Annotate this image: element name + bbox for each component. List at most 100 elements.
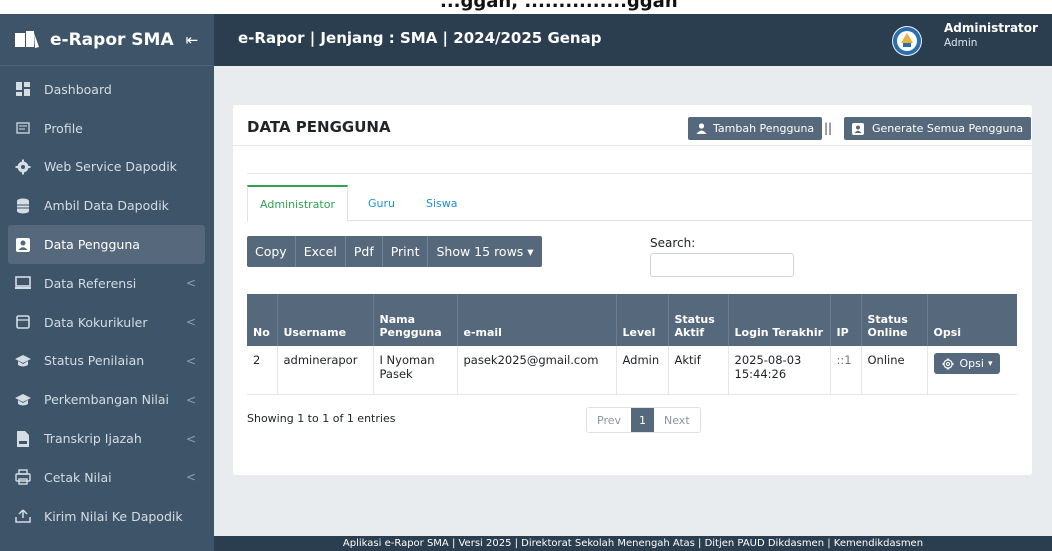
column-header[interactable]: Username: [277, 294, 374, 346]
opsi-label: Opsi: [959, 357, 984, 370]
tab-siswa[interactable]: Siswa: [426, 185, 458, 221]
cell-opsi: Opsi ▾: [927, 346, 1017, 395]
sidebar-item-label: Cetak Nilai: [44, 469, 112, 485]
user-card-icon: [852, 122, 864, 135]
avatar[interactable]: [892, 26, 922, 56]
export-toolbar: Copy Excel Pdf Print Show 15 rows ▾: [247, 236, 542, 267]
cell-email: pasek2025@gmail.com: [457, 346, 617, 395]
page-title: DATA PENGGUNA: [247, 118, 391, 136]
sidebar-item-status-penilaian[interactable]: Status Penilaian <: [0, 342, 214, 381]
dashboard-icon: [14, 80, 32, 98]
column-header[interactable]: Status Online: [861, 294, 928, 346]
user-name[interactable]: Administrator: [944, 21, 1038, 35]
generate-users-button[interactable]: Generate Semua Pengguna: [844, 117, 1032, 140]
data-pengguna-card: DATA PENGGUNA Tambah Pengguna || Generat…: [233, 105, 1032, 475]
sidebar-item-label: Kirim Nilai Ke Dapodik: [44, 508, 183, 524]
opsi-dropdown-button[interactable]: Opsi ▾: [933, 353, 1001, 374]
sidebar-item-dashboard[interactable]: Dashboard: [0, 70, 214, 109]
sidebar-item-label: Transkrip Ijazah: [44, 431, 142, 447]
user-icon: [696, 123, 707, 134]
collapse-sidebar-icon[interactable]: ⇤: [186, 31, 199, 49]
divider: [233, 145, 1032, 146]
sidebar-item-data-kokurikuler[interactable]: Data Kokurikuler <: [0, 303, 214, 342]
sidebar-item-transkrip-ijazah[interactable]: Transkrip Ijazah <: [0, 419, 214, 458]
sidebar-item-label: Data Kokurikuler: [44, 314, 148, 330]
brand[interactable]: e-Rapor SMA ⇤: [0, 14, 214, 66]
add-user-label: Tambah Pengguna: [713, 122, 815, 135]
sidebar-item-label: Data Pengguna: [44, 237, 140, 253]
database-icon: [14, 197, 32, 215]
sidebar-item-label: Ambil Data Dapodik: [44, 198, 169, 214]
sidebar-item-data-referensi[interactable]: Data Referensi <: [0, 264, 214, 303]
profile-icon: [14, 119, 32, 137]
pagination: Prev 1 Next: [586, 407, 701, 433]
column-header[interactable]: Login Terakhir: [728, 294, 831, 346]
footer: Aplikasi e-Rapor SMA | Versi 2025 | Dire…: [214, 536, 1052, 551]
chevron-left-icon: <: [185, 392, 196, 407]
cell-no: 2: [247, 346, 278, 395]
user-tabs: Administrator Guru Siswa: [247, 185, 1032, 222]
sidebar-item-web-service-dapodik[interactable]: Web Service Dapodik: [0, 148, 214, 187]
cell-status-aktif: Aktif: [668, 346, 729, 395]
sidebar-item-ambil-data-dapodik[interactable]: Ambil Data Dapodik: [0, 186, 214, 225]
brand-title: e-Rapor SMA: [50, 29, 174, 50]
column-header[interactable]: No: [247, 294, 278, 346]
table-header-row: No Username Nama Pengguna e-mail Level S…: [247, 294, 1017, 346]
copy-button[interactable]: Copy: [247, 236, 296, 267]
sidebar-item-label: Perkembangan Nilai: [44, 392, 170, 408]
cell-ip: ::1: [830, 346, 862, 395]
caret-down-icon: ▾: [987, 358, 993, 369]
sidebar-item-label: Web Service Dapodik: [44, 159, 177, 175]
column-header[interactable]: IP: [830, 294, 862, 346]
gear-icon: [14, 158, 32, 176]
generate-users-label: Generate Semua Pengguna: [872, 122, 1024, 135]
search-input[interactable]: [650, 253, 794, 277]
file-icon: [14, 430, 32, 448]
pdf-button[interactable]: Pdf: [346, 236, 383, 267]
top-strip: ...ggan, ...............ggan: [0, 0, 1052, 14]
add-user-button[interactable]: Tambah Pengguna: [688, 117, 823, 140]
column-header[interactable]: Nama Pengguna: [373, 294, 458, 346]
column-header: Opsi: [933, 326, 962, 339]
tab-guru[interactable]: Guru: [368, 185, 395, 221]
sidebar-item-kirim-nilai-ke-dapodik[interactable]: Kirim Nilai Ke Dapodik: [0, 497, 214, 536]
users-table: No Username Nama Pengguna e-mail Level S…: [247, 294, 1017, 395]
sidebar-item-data-pengguna[interactable]: Data Pengguna: [8, 225, 205, 264]
sidebar-item-label: Dashboard: [44, 81, 112, 97]
upload-icon: [14, 507, 32, 525]
search-label: Search:: [650, 236, 696, 250]
entries-info: Showing 1 to 1 of 1 entries: [247, 412, 396, 425]
top-strip-text: ...ggan, ...............ggan: [440, 0, 678, 12]
book-logo-icon: [14, 29, 40, 51]
page-1-button[interactable]: 1: [631, 408, 654, 432]
column-header[interactable]: e-mail: [457, 294, 617, 346]
cell-login: 2025-08-03 15:44:26: [728, 346, 831, 395]
sidebar-item-label: Data Referensi: [44, 275, 137, 291]
cell-nama: I Nyoman Pasek: [373, 346, 458, 395]
button-separator: ||: [824, 121, 833, 135]
window-icon: [14, 313, 32, 331]
chevron-left-icon: <: [185, 315, 196, 330]
sidebar-menu: Dashboard Profile Web Service Dapodik Am…: [0, 66, 214, 536]
column-header[interactable]: Status Aktif: [668, 294, 729, 346]
chevron-left-icon: <: [185, 276, 196, 291]
chevron-left-icon: <: [185, 431, 196, 446]
sidebar-item-perkembangan-nilai[interactable]: Perkembangan Nilai <: [0, 380, 214, 419]
sidebar: e-Rapor SMA ⇤ Dashboard Profile Web Serv…: [0, 14, 214, 551]
tab-administrator[interactable]: Administrator: [247, 185, 348, 222]
print-button[interactable]: Print: [383, 236, 429, 267]
chevron-left-icon: <: [185, 470, 196, 485]
user-card-icon: [14, 236, 32, 254]
prev-page-button[interactable]: Prev: [587, 408, 631, 432]
top-header: e-Rapor | Jenjang : SMA | 2024/2025 Gena…: [214, 14, 1052, 66]
show-rows-dropdown[interactable]: Show 15 rows ▾: [428, 236, 541, 267]
gear-icon: [941, 357, 954, 370]
header-title: e-Rapor | Jenjang : SMA | 2024/2025 Gena…: [238, 29, 602, 47]
graduation-icon: [14, 352, 32, 370]
column-header[interactable]: Level: [616, 294, 669, 346]
sidebar-item-cetak-nilai[interactable]: Cetak Nilai <: [0, 458, 214, 497]
excel-button[interactable]: Excel: [296, 236, 346, 267]
sidebar-item-profile[interactable]: Profile: [0, 109, 214, 148]
divider: [247, 173, 1032, 174]
next-page-button[interactable]: Next: [654, 408, 700, 432]
